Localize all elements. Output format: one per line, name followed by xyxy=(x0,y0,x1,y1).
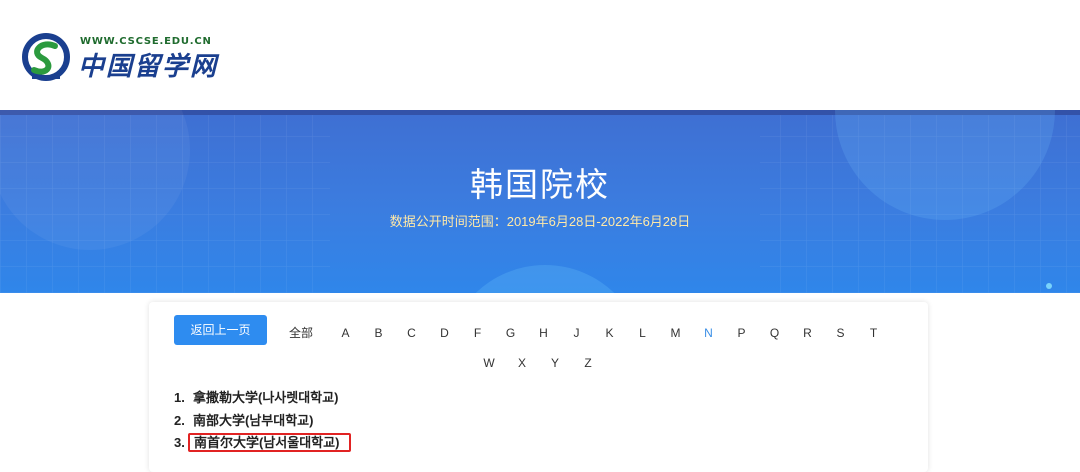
filter-letter-m[interactable]: M xyxy=(659,326,692,340)
filter-letter-k[interactable]: K xyxy=(593,326,626,340)
filter-letter-h[interactable]: H xyxy=(527,326,560,340)
filter-letter-d[interactable]: D xyxy=(428,326,461,340)
filter-letter-z[interactable]: Z xyxy=(572,356,605,372)
filter-letter-f[interactable]: F xyxy=(461,326,494,340)
filter-letter-a[interactable]: A xyxy=(329,326,362,340)
filter-letter-j[interactable]: J xyxy=(560,326,593,340)
university-name-link-highlighted[interactable]: 南首尔大学(남서울대학교) xyxy=(188,433,352,452)
filter-letter-y[interactable]: Y xyxy=(539,356,572,372)
filter-letter-r[interactable]: R xyxy=(791,326,824,340)
filter-letter-t[interactable]: T xyxy=(857,326,890,340)
back-button[interactable]: 返回上一页 xyxy=(174,315,267,345)
filter-letter-n[interactable]: N xyxy=(692,326,725,340)
filter-letter-w[interactable]: W xyxy=(473,356,506,372)
filter-letter-s[interactable]: S xyxy=(824,326,857,340)
filter-letter-l[interactable]: L xyxy=(626,326,659,340)
university-name-link[interactable]: 拿撒勒大学(나사렛대학교) xyxy=(193,390,338,405)
filter-letter-g[interactable]: G xyxy=(494,326,527,340)
list-item[interactable]: 2. 南部大学(남부대학교) xyxy=(174,410,351,433)
university-list: 1. 拿撒勒大学(나사렛대학교) 2. 南部大学(남부대학교) 3. 南首尔大学(남서… xyxy=(174,387,352,455)
letter-filter-row: 全部 A B C D F G H J K L M N P Q R S T xyxy=(289,324,890,340)
filter-letter-b[interactable]: B xyxy=(362,326,395,340)
filter-letter-q[interactable]: Q xyxy=(758,326,791,340)
list-item[interactable]: 1. 拿撒勒大学(나사렛대학교) xyxy=(174,387,351,410)
filter-letter-x[interactable]: X xyxy=(506,356,539,372)
logo-name-text: 中国留学网 xyxy=(78,52,219,82)
list-item-number: 2. xyxy=(174,412,185,428)
site-logo[interactable]: WWW.CSCSE.EDU.CN 中国留学网 xyxy=(22,32,222,84)
list-item-number: 1. xyxy=(174,390,185,405)
list-item[interactable]: 3. 南首尔大学(남서울대학교) xyxy=(174,432,352,455)
page-title: 韩国院校 xyxy=(470,166,610,203)
page-banner: 韩国院校 数据公开时间范围：2019年6月28日-2022年6月28日 xyxy=(0,110,1080,293)
date-range-text: 数据公开时间范围：2019年6月28日-2022年6月28日 xyxy=(389,214,691,229)
cscse-logo-icon xyxy=(22,33,70,81)
university-name-link[interactable]: 南部大学(남부대학교) xyxy=(193,413,313,428)
filter-all[interactable]: 全部 xyxy=(289,324,323,341)
filter-letter-c[interactable]: C xyxy=(395,326,428,340)
university-list-card: 返回上一页 全部 A B C D F G H J K L M N P Q R S T WXYZ 1. 拿撒勒大学(나… xyxy=(149,302,928,472)
site-header: WWW.CSCSE.EDU.CN 中国留学网 xyxy=(0,0,1080,110)
filter-letter-p[interactable]: P xyxy=(725,326,758,340)
letter-filter-row-2: WXYZ xyxy=(149,356,928,372)
